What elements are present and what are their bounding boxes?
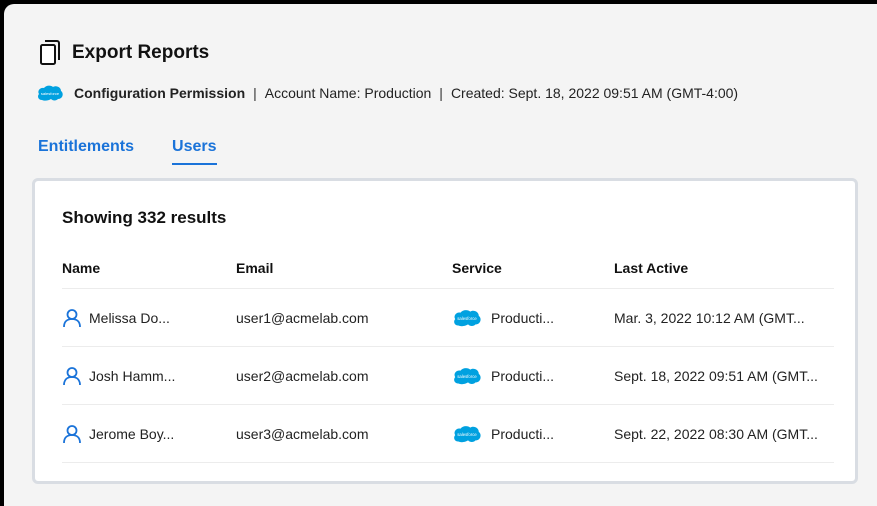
table-row[interactable]: Josh Hamm... user2@acmelab.com salesforc…: [62, 347, 834, 405]
last-active: Mar. 3, 2022 10:12 AM (GMT...: [614, 309, 805, 326]
column-header-email[interactable]: Email: [236, 260, 452, 276]
user-email: user3@acmelab.com: [236, 425, 369, 442]
service-name: Producti...: [491, 309, 555, 326]
tab-users[interactable]: Users: [172, 138, 217, 165]
results-card: Showing 332 results Name Email Service L…: [32, 178, 858, 484]
user-name: Jerome Boy...: [89, 425, 175, 442]
page-header: Export Reports: [38, 40, 209, 66]
export-reports-window: Export Reports salesforce Configuration …: [4, 4, 877, 506]
user-name: Josh Hamm...: [89, 367, 176, 384]
column-header-service[interactable]: Service: [452, 260, 614, 276]
created-date: Created: Sept. 18, 2022 09:51 AM (GMT-4:…: [450, 85, 739, 101]
user-icon: [62, 366, 82, 386]
salesforce-logo-icon: salesforce: [452, 366, 482, 386]
svg-text:salesforce: salesforce: [457, 432, 477, 437]
table-row[interactable]: Jerome Boy... user3@acmelab.com salesfor…: [62, 405, 834, 463]
tab-bar: Entitlements Users: [38, 138, 255, 165]
svg-text:salesforce: salesforce: [457, 316, 477, 321]
salesforce-logo-icon: salesforce: [452, 424, 482, 444]
report-meta: salesforce Configuration Permission | Ac…: [36, 84, 738, 102]
salesforce-logo-icon: salesforce: [452, 308, 482, 328]
documents-icon: [38, 40, 62, 66]
salesforce-logo-icon: salesforce: [36, 84, 64, 102]
last-active: Sept. 18, 2022 09:51 AM (GMT...: [614, 367, 818, 384]
meta-separator: |: [253, 85, 257, 101]
users-table: Name Email Service Last Active Melissa D…: [62, 247, 834, 463]
service-name: Producti...: [491, 367, 555, 384]
table-header: Name Email Service Last Active: [62, 247, 834, 289]
user-email: user1@acmelab.com: [236, 309, 369, 326]
results-heading: Showing 332 results: [62, 208, 227, 227]
tab-entitlements[interactable]: Entitlements: [38, 138, 134, 165]
permission-name: Configuration Permission: [74, 85, 246, 101]
user-icon: [62, 424, 82, 444]
svg-text:salesforce: salesforce: [41, 91, 60, 96]
user-name: Melissa Do...: [89, 309, 170, 326]
table-row[interactable]: Melissa Do... user1@acmelab.com salesfor…: [62, 289, 834, 347]
account-name: Account Name: Production: [264, 85, 432, 101]
user-email: user2@acmelab.com: [236, 367, 369, 384]
last-active: Sept. 22, 2022 08:30 AM (GMT...: [614, 425, 818, 442]
meta-separator: |: [439, 85, 443, 101]
user-icon: [62, 308, 82, 328]
column-header-last-active[interactable]: Last Active: [614, 260, 834, 276]
service-name: Producti...: [491, 425, 555, 442]
page-title: Export Reports: [72, 42, 210, 63]
svg-text:salesforce: salesforce: [457, 374, 477, 379]
column-header-name[interactable]: Name: [62, 260, 236, 276]
